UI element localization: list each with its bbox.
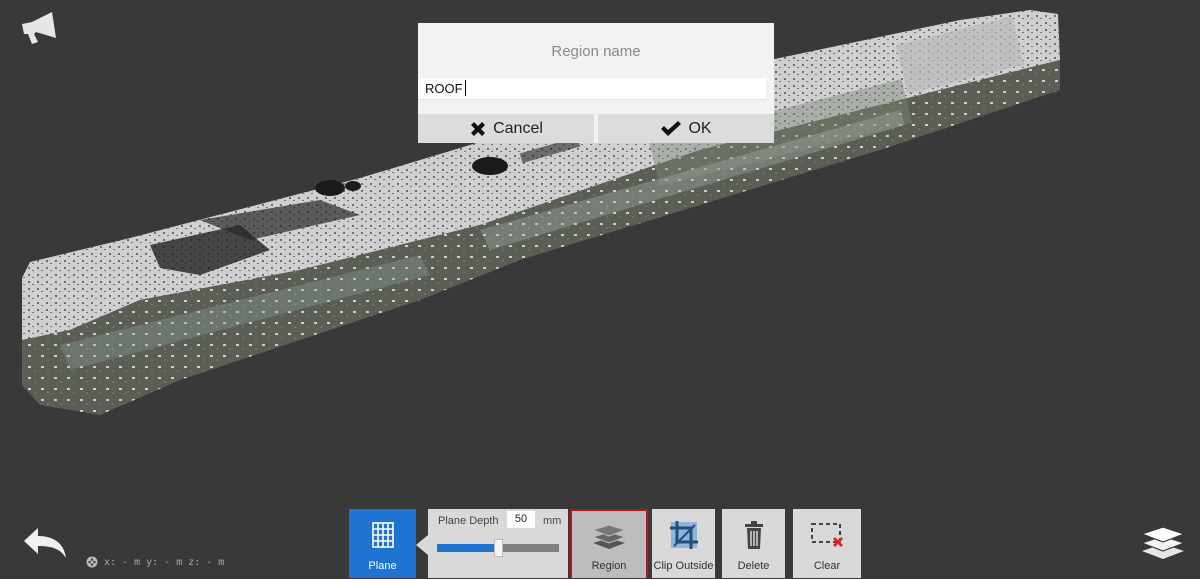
slider-fill	[437, 544, 498, 552]
grid-plane-icon	[371, 522, 394, 548]
clear-button[interactable]: Clear	[793, 509, 861, 578]
dialog-title: Region name	[551, 43, 641, 60]
text-caret	[465, 80, 466, 96]
region-label: Region	[591, 560, 627, 572]
plane-depth-slider[interactable]	[437, 539, 559, 557]
plane-pointer-arrow	[416, 535, 428, 555]
crosshair-icon	[86, 556, 98, 568]
plane-depth-input[interactable]: 50	[507, 511, 535, 528]
clip-outside-button[interactable]: Clip Outside	[652, 509, 715, 578]
dashed-box-x-icon	[811, 523, 843, 547]
coord-x-value: -	[122, 556, 129, 568]
plane-tool-button[interactable]: Plane	[349, 509, 416, 578]
delete-label: Delete	[737, 560, 770, 572]
clear-label: Clear	[813, 560, 841, 572]
crop-icon	[669, 521, 698, 549]
delete-button[interactable]: Delete	[722, 509, 785, 578]
coord-z-unit: m	[218, 556, 225, 568]
slider-thumb[interactable]	[494, 539, 503, 557]
plane-depth-unit: mm	[543, 515, 562, 527]
coord-z-value: -	[206, 556, 213, 568]
region-name-input[interactable]: ROOF	[418, 78, 766, 100]
trash-icon	[744, 521, 763, 549]
x-icon	[471, 121, 486, 136]
coord-x-unit: m	[134, 556, 141, 568]
plane-depth-label: Plane Depth	[438, 515, 499, 527]
cancel-label: Cancel	[493, 119, 543, 137]
plane-label: Plane	[368, 560, 397, 572]
checkmark-icon	[661, 120, 682, 136]
coord-y-label: y:	[146, 556, 159, 568]
coord-y-unit: m	[176, 556, 183, 568]
stacked-layers-icon	[591, 524, 627, 549]
layers-icon[interactable]	[1140, 522, 1186, 562]
cancel-button[interactable]: Cancel	[418, 114, 594, 143]
ok-label: OK	[688, 119, 712, 137]
region-tool-button[interactable]: Region	[570, 509, 648, 578]
coordinate-readout: x: - m y: - m z: - m	[86, 556, 224, 568]
coord-x-label: x:	[104, 556, 117, 568]
clip-outside-label: Clip Outside	[653, 560, 714, 572]
ok-button[interactable]: OK	[598, 114, 774, 143]
back-arrow-icon[interactable]	[22, 524, 70, 562]
coord-y-value: -	[164, 556, 171, 568]
region-name-dialog: Region name ROOF Cancel OK	[418, 23, 774, 143]
megaphone-icon[interactable]	[18, 10, 58, 44]
coord-z-label: z:	[188, 556, 201, 568]
